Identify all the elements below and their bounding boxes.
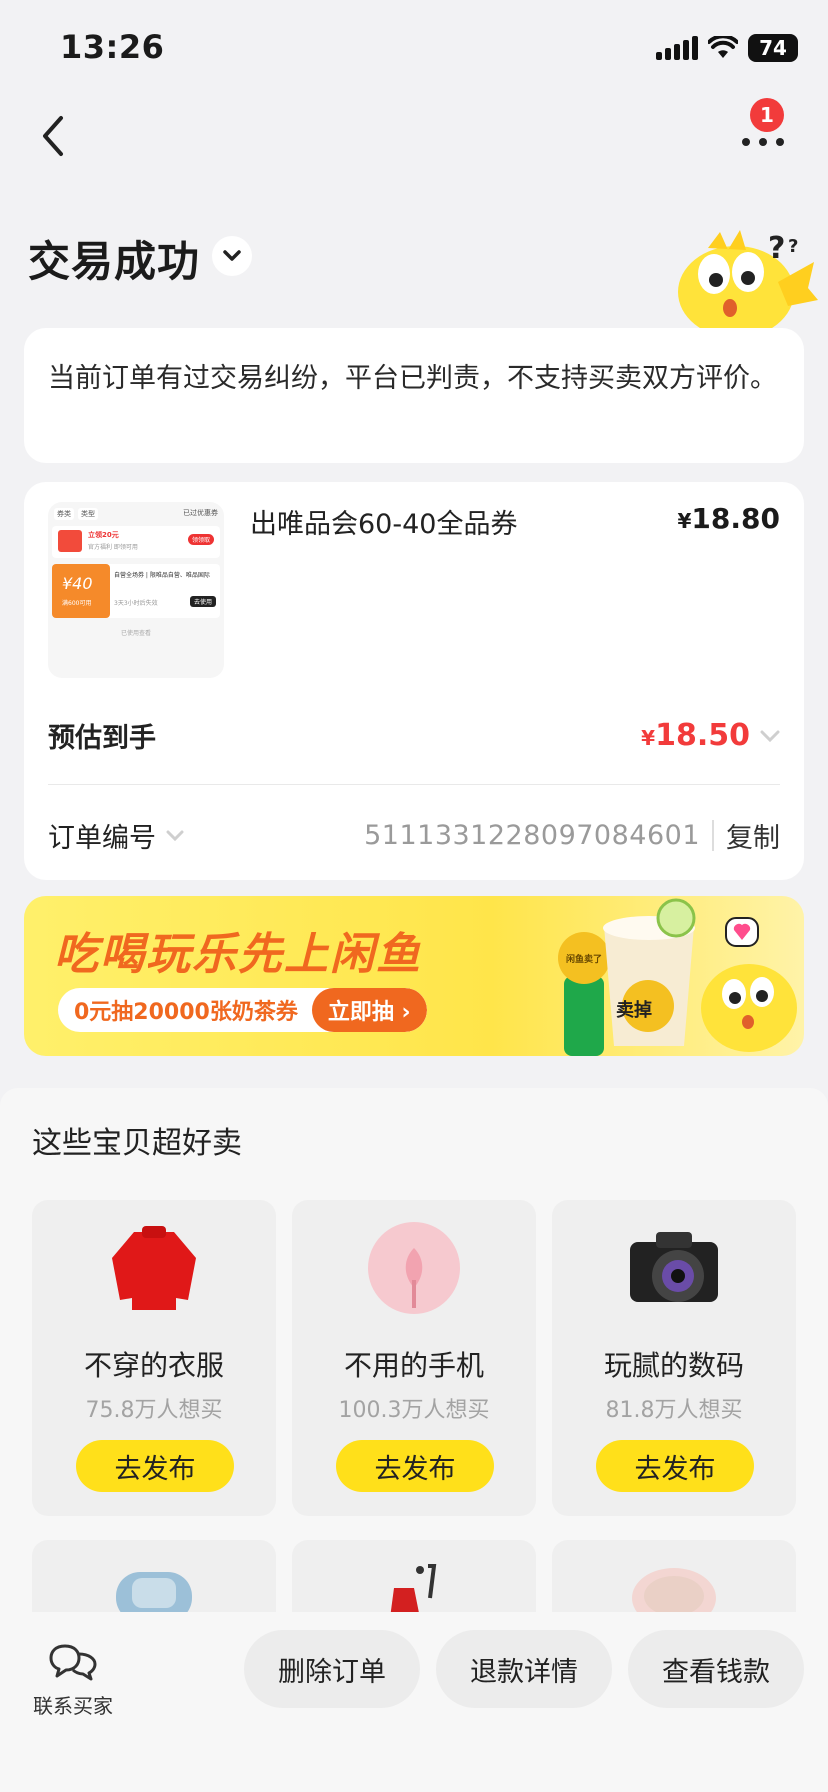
promo-banner[interactable]: 吃喝玩乐先上闲鱼 0元抽20000张奶茶券 立即抽 › 闲鱼卖了 卖掉 — [24, 896, 804, 1056]
banner-subtitle: 0元抽20000张奶茶券 — [74, 1000, 298, 1025]
banner-pill: 0元抽20000张奶茶券 立即抽 › — [58, 988, 427, 1032]
refund-details-button[interactable]: 退款详情 — [436, 1630, 612, 1708]
status-indicators: 74 — [656, 34, 798, 62]
order-card: 券类 类型 已过优惠券 立领20元 官方福利 即领可用 领领取 ¥40 满600… — [24, 482, 804, 880]
chevron-down-icon — [223, 250, 241, 261]
section-title: 这些宝贝超好卖 — [32, 1126, 242, 1161]
status-time: 13:26 — [60, 28, 165, 66]
view-funds-button[interactable]: 查看钱款 — [628, 1630, 804, 1708]
delete-order-button[interactable]: 删除订单 — [244, 1630, 420, 1708]
publish-button[interactable]: 去发布 — [76, 1440, 234, 1492]
svg-text:?: ? — [788, 236, 798, 257]
wifi-icon — [708, 36, 738, 58]
estimated-label: 预估到手 — [48, 723, 156, 754]
sell-card-clothes[interactable]: 不穿的衣服 75.8万人想买 去发布 — [32, 1200, 276, 1516]
sell-card-digital[interactable]: 玩腻的数码 81.8万人想买 去发布 — [552, 1200, 796, 1516]
thumb-tag: 已过优惠券 — [183, 509, 218, 517]
sell-card-name: 不用的手机 — [343, 1349, 484, 1382]
thumb-coupon-2: ¥40 满600可用 自营全场券 | 限唯品自营、唯品国际 3天3小时后失效 去… — [52, 564, 220, 618]
estimated-price[interactable]: ¥18.50 — [641, 718, 780, 753]
battery-icon: 74 — [748, 34, 798, 62]
hot-sell-section: 这些宝贝超好卖 不穿的衣服 75.8万人想买 去发布 不用的手机 100.3万人… — [0, 1088, 828, 1660]
order-number-value: 5111331228097084601 — [364, 820, 714, 851]
publish-button[interactable]: 去发布 — [596, 1440, 754, 1492]
chevron-down-icon — [166, 830, 184, 841]
more-button[interactable]: 1 — [738, 98, 798, 160]
dispute-notice: 当前订单有过交易纠纷，平台已判责，不支持买卖双方评价。 — [24, 328, 804, 463]
thumb-tag: 类型 — [78, 508, 98, 520]
order-number: 5111331228097084601 复制 — [364, 816, 780, 855]
back-button[interactable] — [28, 108, 78, 164]
camera-icon — [630, 1232, 718, 1302]
dispute-notice-text: 当前订单有过交易纠纷，平台已判责，不支持买卖双方评价。 — [48, 363, 777, 394]
banner-art-tag: 卖掉 — [616, 999, 652, 1021]
order-status-title: 交易成功 — [28, 237, 201, 286]
order-no-label[interactable]: 订单编号 — [48, 816, 184, 855]
product-name[interactable]: 出唯品会60-40全品券 — [250, 502, 517, 541]
compact-powder-icon — [632, 1568, 716, 1618]
copy-button[interactable]: 复制 — [714, 816, 780, 855]
chat-icon — [49, 1644, 97, 1681]
chevron-left-icon — [43, 116, 63, 156]
sell-card-count: 100.3万人想买 — [338, 1398, 490, 1423]
contact-buyer-label: 联系买家 — [33, 1694, 113, 1718]
contact-buyer-button[interactable]: 联系买家 — [32, 1642, 114, 1719]
publish-button[interactable]: 去发布 — [336, 1440, 494, 1492]
sell-card-count: 81.8万人想买 — [605, 1398, 743, 1423]
divider — [48, 784, 780, 785]
sell-card-name: 不穿的衣服 — [83, 1349, 224, 1382]
signal-icon — [656, 36, 698, 60]
status-expand-button[interactable] — [212, 236, 252, 276]
banner-art-label: 闲鱼卖了 — [566, 953, 602, 965]
sell-card-name: 玩腻的数码 — [603, 1349, 744, 1382]
sell-card-phone[interactable]: 不用的手机 100.3万人想买 去发布 — [292, 1200, 536, 1516]
more-dots-icon — [742, 138, 784, 146]
milk-tea-illustration: 闲鱼卖了 卖掉 — [558, 898, 797, 1056]
scooter-icon — [390, 1564, 437, 1618]
notification-badge: 1 — [750, 98, 784, 132]
sell-card-count: 75.8万人想买 — [85, 1398, 223, 1423]
sweater-icon — [112, 1226, 196, 1310]
armchair-icon — [116, 1572, 192, 1618]
product-price: ¥18.80 — [677, 502, 781, 535]
banner-cta-button[interactable]: 立即抽 › — [311, 988, 427, 1032]
phone-icon — [368, 1222, 460, 1314]
banner-title: 吃喝玩乐先上闲鱼 — [54, 929, 422, 980]
chevron-down-icon — [760, 730, 780, 742]
thumb-tag: 券类 — [54, 508, 74, 520]
thumb-coupon-1: 立领20元 官方福利 即领可用 领领取 — [52, 526, 220, 558]
product-thumbnail[interactable]: 券类 类型 已过优惠券 立领20元 官方福利 即领可用 领领取 ¥40 满600… — [48, 502, 224, 678]
bottom-action-bar: 联系买家 删除订单 退款详情 查看钱款 — [0, 1612, 828, 1792]
svg-text:?: ? — [768, 231, 785, 266]
mascot-fish-illustration: ? ? — [678, 230, 818, 334]
